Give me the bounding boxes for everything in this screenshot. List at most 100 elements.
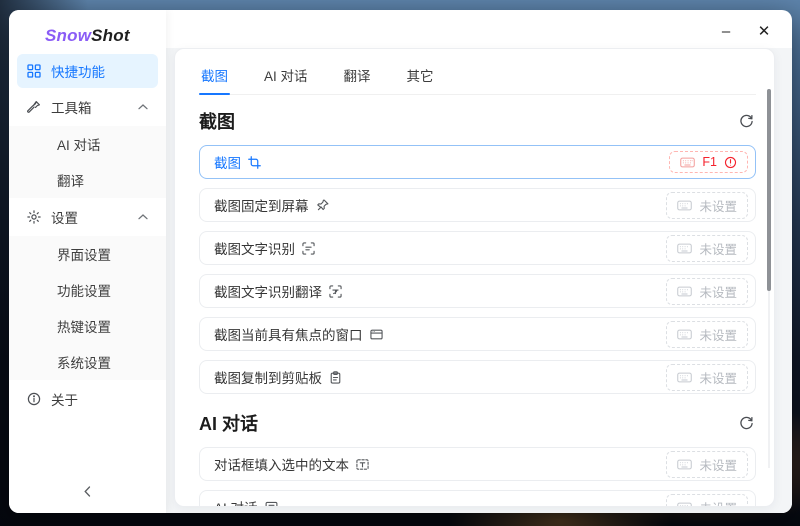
minimize-button[interactable]: – xyxy=(712,18,740,44)
sidebar-item-label: 功能设置 xyxy=(57,284,111,299)
row-label-text: 截图固定到屏幕 xyxy=(214,199,309,214)
sidebar-item-quick-functions[interactable]: 快捷功能 xyxy=(17,54,158,88)
row-label: 截图复制到剪贴板 xyxy=(214,367,342,387)
keyboard-icon xyxy=(677,459,693,470)
sidebar-item-label: 热键设置 xyxy=(57,320,111,335)
hotkey-unset-text: 未设置 xyxy=(699,285,737,300)
reset-section-icon[interactable] xyxy=(737,112,756,131)
info-icon xyxy=(27,392,41,406)
sidebar-item-label: 设置 xyxy=(51,211,78,226)
hotkey-value-button[interactable]: F1 xyxy=(669,151,748,173)
row-label: AI 对话 xyxy=(214,497,278,506)
sidebar-item-label: 关于 xyxy=(51,393,78,408)
window-controls: – ✕ xyxy=(712,18,778,44)
section-title: 截图 xyxy=(199,112,235,132)
keyboard-icon xyxy=(677,502,693,506)
keyboard-icon xyxy=(680,157,696,168)
sidebar-item-translate[interactable]: 翻译 xyxy=(9,162,166,198)
tab-bar: 截图 AI 对话 翻译 其它 xyxy=(199,55,756,95)
hotkey-row: 截图固定到屏幕 未设置 xyxy=(199,188,756,222)
tab-translate[interactable]: 翻译 xyxy=(342,55,373,94)
content-card: 截图 AI 对话 翻译 其它 截图 截图 F1 截图固定到屏幕 未设置 截图文字… xyxy=(174,48,775,507)
pin-icon xyxy=(316,199,329,212)
row-label-text: 对话框填入选中的文本 xyxy=(214,458,349,473)
section-header-screenshot: 截图 xyxy=(199,108,756,134)
sidebar-item-toolbox[interactable]: 工具箱 xyxy=(17,90,158,124)
sidebar-item-label: 界面设置 xyxy=(57,248,111,263)
sidebar-item-label: 翻译 xyxy=(57,174,84,189)
row-label-text: 截图复制到剪贴板 xyxy=(214,371,322,386)
gear-icon xyxy=(27,210,41,224)
hotkey-value-button[interactable]: 未设置 xyxy=(666,277,748,305)
row-label-text: AI 对话 xyxy=(214,497,258,506)
chevron-up-icon xyxy=(138,214,148,220)
sidebar-item-settings[interactable]: 设置 xyxy=(17,200,158,234)
row-label: 截图固定到屏幕 xyxy=(214,195,329,215)
text-select-icon xyxy=(356,458,369,471)
logo-part-shot: Shot xyxy=(91,26,130,45)
sidebar: SnowShot 快捷功能 工具箱 AI 对话 翻译 设置 界面设置 功能设置 … xyxy=(9,10,166,513)
hotkey-value-button[interactable]: 未设置 xyxy=(666,363,748,391)
sidebar-collapse-button[interactable] xyxy=(9,483,166,503)
row-label-text: 截图文字识别 xyxy=(214,242,295,257)
main-area: 截图 AI 对话 翻译 其它 截图 截图 F1 截图固定到屏幕 未设置 截图文字… xyxy=(166,48,792,513)
sidebar-item-label: 快捷功能 xyxy=(51,65,105,80)
row-label-text: 截图当前具有焦点的窗口 xyxy=(214,328,363,343)
row-label: 截图文字识别 xyxy=(214,238,315,258)
keyboard-icon xyxy=(677,286,693,297)
section-header-ai-chat: AI 对话 xyxy=(199,410,756,436)
sidebar-item-label: 系统设置 xyxy=(57,356,111,371)
keyboard-icon xyxy=(677,200,693,211)
chevron-left-icon xyxy=(84,484,91,502)
sidebar-item-about[interactable]: 关于 xyxy=(17,382,158,416)
row-label: 截图文字识别翻译 xyxy=(214,281,342,301)
ocr-icon xyxy=(302,241,315,255)
hotkey-value-button[interactable]: 未设置 xyxy=(666,493,748,507)
keyboard-icon xyxy=(677,243,693,254)
hotkey-value-button[interactable]: 未设置 xyxy=(666,450,748,478)
sidebar-item-function-settings[interactable]: 功能设置 xyxy=(9,272,166,308)
clipboard-icon xyxy=(329,370,342,384)
tab-screenshot[interactable]: 截图 xyxy=(199,55,230,95)
sidebar-item-ai-chat[interactable]: AI 对话 xyxy=(9,126,166,162)
hotkey-unset-text: 未设置 xyxy=(699,458,737,473)
hotkey-row: 对话框填入选中的文本 未设置 xyxy=(199,447,756,481)
sidebar-item-system-settings[interactable]: 系统设置 xyxy=(9,344,166,380)
sidebar-item-interface-settings[interactable]: 界面设置 xyxy=(9,236,166,272)
sidebar-item-hotkey-settings[interactable]: 热键设置 xyxy=(9,308,166,344)
row-label: 截图 xyxy=(214,152,261,172)
scrollbar-thumb[interactable] xyxy=(767,89,771,291)
keyboard-icon xyxy=(677,372,693,383)
section-title: AI 对话 xyxy=(199,414,259,434)
row-label-text: 截图文字识别翻译 xyxy=(214,285,322,300)
sidebar-item-label: 工具箱 xyxy=(51,101,92,116)
logo-part-snow: Snow xyxy=(45,26,92,45)
desktop-background: { "window": { "controls": { "minimize": … xyxy=(0,0,800,526)
row-label: 对话框填入选中的文本 xyxy=(214,454,369,474)
hotkey-unset-text: 未设置 xyxy=(699,371,737,386)
chat-icon xyxy=(265,501,278,506)
close-button[interactable]: ✕ xyxy=(750,18,778,44)
hotkey-row: 截图当前具有焦点的窗口 未设置 xyxy=(199,317,756,351)
hotkey-row: 截图 F1 xyxy=(199,145,756,179)
grid-icon xyxy=(27,64,41,78)
keyboard-icon xyxy=(677,329,693,340)
hotkey-unset-text: 未设置 xyxy=(699,199,737,214)
reset-section-icon[interactable] xyxy=(737,414,756,433)
hotkey-unset-text: 未设置 xyxy=(699,498,737,507)
hotkey-unset-text: 未设置 xyxy=(699,328,737,343)
hotkey-value-button[interactable]: 未设置 xyxy=(666,320,748,348)
warning-circle-icon[interactable] xyxy=(724,156,737,169)
app-logo: SnowShot xyxy=(9,10,166,46)
hotkey-row: 截图文字识别 未设置 xyxy=(199,231,756,265)
hotkey-value-button[interactable]: 未设置 xyxy=(666,191,748,219)
chevron-up-icon xyxy=(138,104,148,110)
hotkey-row: 截图文字识别翻译 未设置 xyxy=(199,274,756,308)
tab-ai-chat[interactable]: AI 对话 xyxy=(262,55,310,94)
tab-other[interactable]: 其它 xyxy=(405,55,436,94)
ocr-translate-icon xyxy=(329,284,342,298)
sidebar-item-label: AI 对话 xyxy=(57,138,101,153)
hotkey-row: 截图复制到剪贴板 未设置 xyxy=(199,360,756,394)
row-label: 截图当前具有焦点的窗口 xyxy=(214,324,383,344)
hotkey-value-button[interactable]: 未设置 xyxy=(666,234,748,262)
